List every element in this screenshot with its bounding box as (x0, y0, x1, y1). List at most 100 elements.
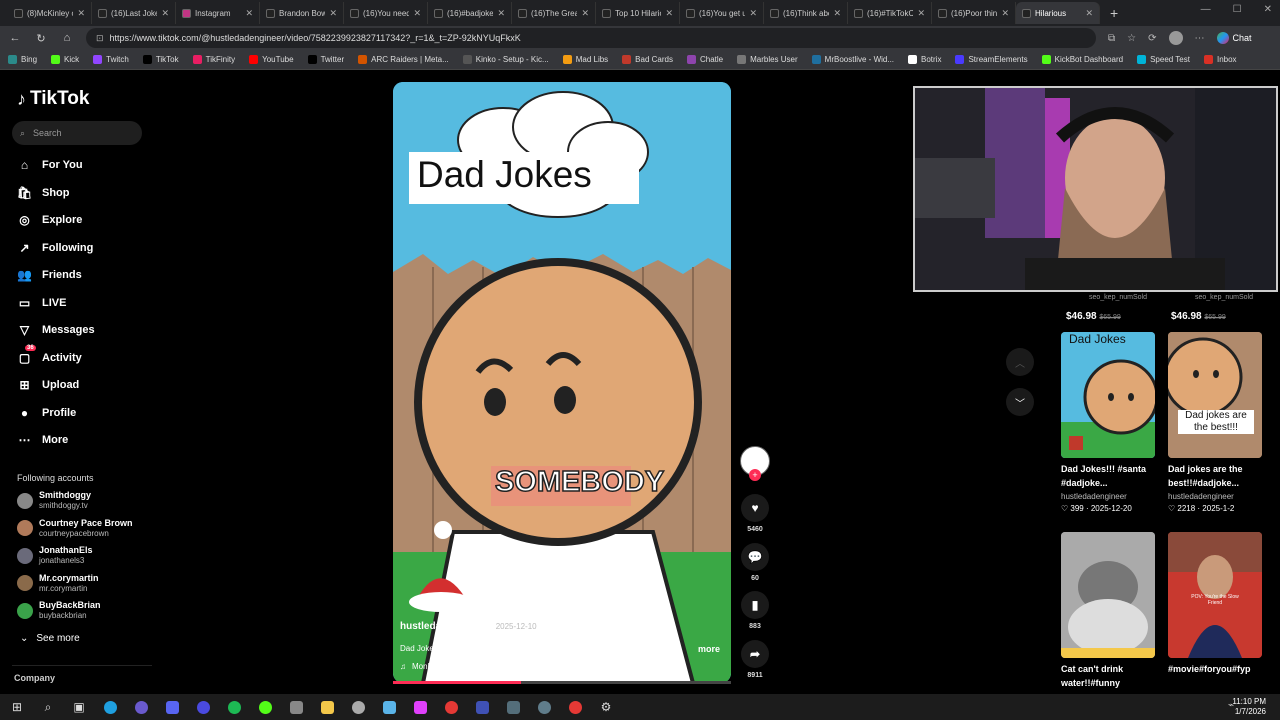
bookmark-item[interactable]: Inbox (1203, 55, 1237, 64)
sidebar-item-live[interactable]: ▭ LIVE (17, 296, 67, 310)
video-card[interactable]: Cat can't drink water!!#funny (1061, 532, 1157, 690)
sidebar-item-explore[interactable]: ◎ Explore (17, 213, 82, 227)
minimize-icon[interactable]: — (1201, 4, 1211, 15)
sidebar-item-following[interactable]: ↗ Following (17, 241, 93, 255)
share-button[interactable]: ➦ 8911 (740, 640, 770, 679)
app-icon-6[interactable] (378, 697, 400, 717)
bookmark-item[interactable]: TikTok (142, 55, 179, 64)
bookmark-item[interactable]: Chatle (686, 55, 723, 64)
system-clock[interactable]: 11:10 PM 1/7/2026 (1232, 697, 1266, 717)
sync-icon[interactable]: ⟳ (1148, 33, 1156, 44)
video-progress-bar[interactable] (393, 681, 731, 684)
spotify-icon[interactable] (223, 697, 245, 717)
close-tab-icon[interactable]: ✕ (413, 8, 421, 19)
price-1[interactable]: $46.98 $65.99 (1066, 311, 1121, 322)
tiktok-logo[interactable]: ♪ TikTok (17, 88, 89, 110)
search-input[interactable]: ⌕ Search (12, 121, 142, 145)
bookmark-item[interactable]: YouTube (249, 55, 294, 64)
browser-tab[interactable]: (16)You get us ✕ (680, 2, 764, 24)
app-icon-12[interactable] (564, 697, 586, 717)
app-icon-1[interactable] (161, 697, 183, 717)
comment-button[interactable]: 💬 60 (740, 543, 770, 582)
video-player[interactable]: Dad Jokes SOMEBODY (393, 82, 731, 683)
close-tab-icon[interactable]: ✕ (833, 8, 841, 19)
previous-video-button[interactable]: ︿ (1006, 348, 1034, 376)
close-tab-icon[interactable]: ✕ (1001, 8, 1009, 19)
browser-tab[interactable]: (16)Last Joke O ✕ (92, 2, 176, 24)
browser-tab[interactable]: (8)McKinley on ✕ (8, 2, 92, 24)
following-account[interactable]: Mr.corymartin mr.corymartin (17, 573, 99, 594)
app-icon-8[interactable] (440, 697, 462, 717)
price-2[interactable]: $46.98 $65.99 (1171, 311, 1226, 322)
app-icon-7[interactable] (409, 697, 431, 717)
maximize-icon[interactable]: ☐ (1233, 4, 1242, 15)
close-tab-icon[interactable]: ✕ (245, 8, 253, 19)
sidebar-item-messages[interactable]: ▽ Messages (17, 323, 95, 337)
sidebar-item-upload[interactable]: ⊞ Upload (17, 378, 79, 392)
app-icon-4[interactable] (285, 697, 307, 717)
browser-tab[interactable]: (16)Poor thing ✕ (932, 2, 1016, 24)
close-tab-icon[interactable]: ✕ (581, 8, 589, 19)
browser-tab[interactable]: (16)Think abo ✕ (764, 2, 848, 24)
profile-avatar[interactable] (1168, 31, 1183, 45)
sidebar-item-for-you[interactable]: ⌂ For You (17, 158, 83, 172)
save-button[interactable]: ▮ 883 (740, 591, 770, 630)
browser-tab[interactable]: Top 10 Hilario ✕ (596, 2, 680, 24)
close-tab-icon[interactable]: ✕ (497, 8, 505, 19)
bookmark-item[interactable]: Mad Libs (562, 55, 608, 64)
favorite-icon[interactable]: ☆ (1127, 33, 1136, 44)
company-link[interactable]: Company (14, 673, 55, 683)
bookmark-item[interactable]: Twitch (93, 55, 129, 64)
like-button[interactable]: ♥ 5460 (740, 494, 770, 533)
start-icon[interactable]: ⊞ (6, 697, 28, 717)
close-tab-icon[interactable]: ✕ (1085, 8, 1093, 19)
close-tab-icon[interactable]: ✕ (917, 8, 925, 19)
edge-icon[interactable] (99, 697, 121, 717)
chat-button[interactable]: Chat (1216, 32, 1252, 44)
menu-icon[interactable]: ⋯ (1195, 33, 1205, 44)
close-window-icon[interactable]: ✕ (1264, 4, 1272, 15)
bookmark-item[interactable]: Kinko - Setup - Kic... (462, 55, 549, 64)
sidebar-item-more[interactable]: ⋯ More (17, 433, 69, 447)
bookmark-item[interactable]: Bing (8, 55, 37, 64)
task-view-icon[interactable]: ▣ (68, 697, 90, 717)
app-icon-10[interactable] (502, 697, 524, 717)
app-icon-2[interactable] (192, 697, 214, 717)
browser-tab[interactable]: Hilarious ✕ (1016, 2, 1100, 24)
app-icon-9[interactable] (471, 697, 493, 717)
close-tab-icon[interactable]: ✕ (665, 8, 673, 19)
browser-tab[interactable]: Instagram ✕ (176, 2, 260, 24)
reload-icon[interactable]: ↻ (34, 32, 48, 45)
bookmark-item[interactable]: ARC Raiders | Meta... (358, 55, 449, 64)
video-author[interactable]: hustledadengineer 2025-12-10 (400, 621, 537, 632)
bookmark-item[interactable]: Twitter (307, 55, 344, 64)
close-tab-icon[interactable]: ✕ (749, 8, 757, 19)
bookmark-item[interactable]: TikFinity (192, 55, 235, 64)
more-link[interactable]: more (698, 644, 720, 654)
music-info[interactable]: ♫ Monkeys Spinning Monkeys - Kevin MacLe… (400, 662, 650, 671)
video-card[interactable]: POV: You're the Slow Friend #movie#foryo… (1168, 532, 1264, 676)
file-explorer-icon[interactable] (316, 697, 338, 717)
bookmark-item[interactable]: KickBot Dashboard (1041, 55, 1123, 64)
bookmark-item[interactable]: Bad Cards (622, 55, 673, 64)
app-icon-5[interactable] (347, 697, 369, 717)
close-tab-icon[interactable]: ✕ (77, 8, 85, 19)
browser-tab[interactable]: (16)#badjoke ✕ (428, 2, 512, 24)
browser-tab[interactable]: (16)#TikTokCr ✕ (848, 2, 932, 24)
following-account[interactable]: JonathanEls jonathanels3 (17, 545, 93, 566)
following-account[interactable]: BuyBackBrian buybackbrian (17, 600, 101, 621)
close-tab-icon[interactable]: ✕ (161, 8, 169, 19)
search-icon[interactable]: ⌕ (37, 697, 59, 717)
new-tab-button[interactable]: + (1100, 5, 1128, 21)
app-icon-3[interactable] (254, 697, 276, 717)
sidebar-item-activity[interactable]: ▢ 36 Activity (17, 344, 82, 365)
bookmark-item[interactable]: MrBoostlive - Wid... (811, 55, 894, 64)
following-account[interactable]: Courtney Pace Brown courtneypacebrown (17, 518, 133, 539)
bookmark-item[interactable]: Kick (51, 55, 79, 64)
home-icon[interactable]: ⌂ (60, 32, 74, 44)
browser-tab[interactable]: (16)The Great ✕ (512, 2, 596, 24)
obs-icon[interactable] (130, 697, 152, 717)
browser-tab[interactable]: Brandon Bowe ✕ (260, 2, 344, 24)
extensions-icon[interactable]: ⧉ (1108, 33, 1115, 44)
browser-tab[interactable]: (16)You need to✕ (344, 2, 428, 24)
